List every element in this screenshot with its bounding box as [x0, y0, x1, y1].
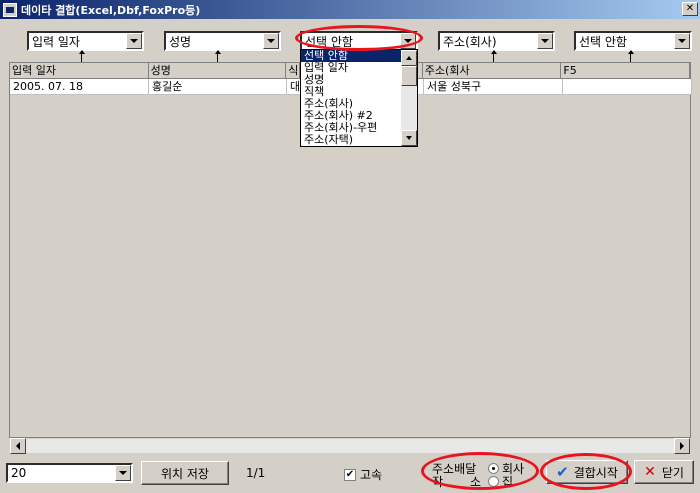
arrow-up-icon — [77, 50, 87, 62]
chevron-down-icon[interactable] — [537, 33, 553, 49]
fast-mode-checkbox[interactable]: ✔ 고속 — [344, 466, 382, 483]
close-button-label: 닫기 — [661, 465, 684, 480]
page-indicator: 1/1 — [246, 466, 266, 480]
column-selector-3[interactable]: 선택 안함 — [300, 31, 418, 51]
column-selector-1[interactable]: 입력 일자 — [27, 31, 144, 51]
grid-header-cell[interactable]: 주소(회사 — [422, 63, 562, 79]
grid-header-cell[interactable]: 입력 일자 — [10, 63, 149, 79]
grid-cell[interactable] — [563, 79, 692, 95]
page-size-select[interactable]: 20 — [6, 463, 133, 483]
dropdown-option[interactable]: 주소(자택) — [301, 134, 401, 146]
scroll-down-icon[interactable] — [401, 130, 417, 146]
chevron-down-icon[interactable] — [126, 33, 142, 49]
chevron-down-icon[interactable] — [115, 465, 131, 481]
window-titlebar: 데이타 결합(Excel,Dbf,FoxPro등) ✕ — [0, 0, 700, 19]
start-merge-button[interactable]: ✔ 결합시작 — [546, 460, 628, 484]
chevron-down-icon[interactable] — [674, 33, 690, 49]
column-selector-5[interactable]: 선택 안함 — [574, 31, 692, 51]
radio-home[interactable]: 집 — [488, 473, 513, 490]
address-delivery-label-3: 소 — [470, 475, 482, 489]
column-selector-4[interactable]: 주소(회사) — [438, 31, 555, 51]
check-icon: ✔ — [556, 463, 569, 481]
grid-header-cell[interactable]: F5 — [561, 63, 691, 79]
app-icon — [3, 2, 17, 17]
fast-mode-label: 고속 — [360, 468, 383, 482]
grid-header-cell[interactable]: 성명 — [148, 63, 287, 79]
close-button[interactable]: ✕ 닫기 — [634, 460, 694, 484]
dropdown-scrollbar[interactable] — [401, 50, 417, 146]
grid-cell[interactable]: 홍길순 — [149, 79, 287, 95]
column-selector-3-value: 선택 안함 — [305, 34, 353, 49]
grid-horizontal-scrollbar[interactable] — [9, 438, 691, 454]
arrow-up-icon — [213, 50, 223, 62]
address-delivery-label-2: 작 — [432, 475, 444, 489]
window-title: 데이타 결합(Excel,Dbf,FoxPro등) — [21, 3, 201, 17]
scroll-up-icon[interactable] — [401, 50, 417, 66]
scroll-left-icon[interactable] — [10, 438, 26, 454]
grid-cell[interactable]: 2005. 07. 18 — [10, 79, 149, 95]
radio-unselected-icon[interactable] — [488, 476, 499, 487]
column-selector-2-value: 성명 — [169, 34, 192, 49]
save-position-button[interactable]: 위치 저장 — [141, 461, 229, 485]
column-selector-3-dropdown[interactable]: 선택 안함 입력 일자 성명 직책 주소(회사) 주소(회사) #2 주소(회사… — [300, 49, 418, 147]
arrow-up-icon — [626, 50, 636, 62]
page-size-value: 20 — [11, 466, 27, 480]
column-selector-1-value: 입력 일자 — [32, 34, 80, 49]
column-selector-5-value: 선택 안함 — [579, 34, 627, 49]
close-x-icon: ✕ — [644, 464, 656, 480]
radio-home-label: 집 — [502, 475, 514, 489]
column-selector-2[interactable]: 성명 — [164, 31, 281, 51]
address-delivery-group: 주소배달 작 소 회사 집 — [428, 458, 538, 490]
arrow-up-icon — [489, 50, 499, 62]
scroll-thumb[interactable] — [401, 66, 417, 86]
scroll-right-icon[interactable] — [674, 438, 690, 454]
chevron-down-icon[interactable] — [263, 33, 279, 49]
grid-header-cell[interactable]: 식 — [286, 63, 301, 79]
start-merge-label: 결합시작 — [573, 465, 618, 480]
window-close-icon[interactable]: ✕ — [682, 2, 698, 16]
grid-cell[interactable]: 대 — [287, 79, 301, 95]
chevron-down-icon[interactable] — [400, 33, 416, 49]
column-selector-4-value: 주소(회사) — [443, 34, 497, 49]
checkbox-checked-icon[interactable]: ✔ — [344, 468, 356, 481]
grid-cell[interactable]: 서울 성북구 — [424, 79, 563, 95]
